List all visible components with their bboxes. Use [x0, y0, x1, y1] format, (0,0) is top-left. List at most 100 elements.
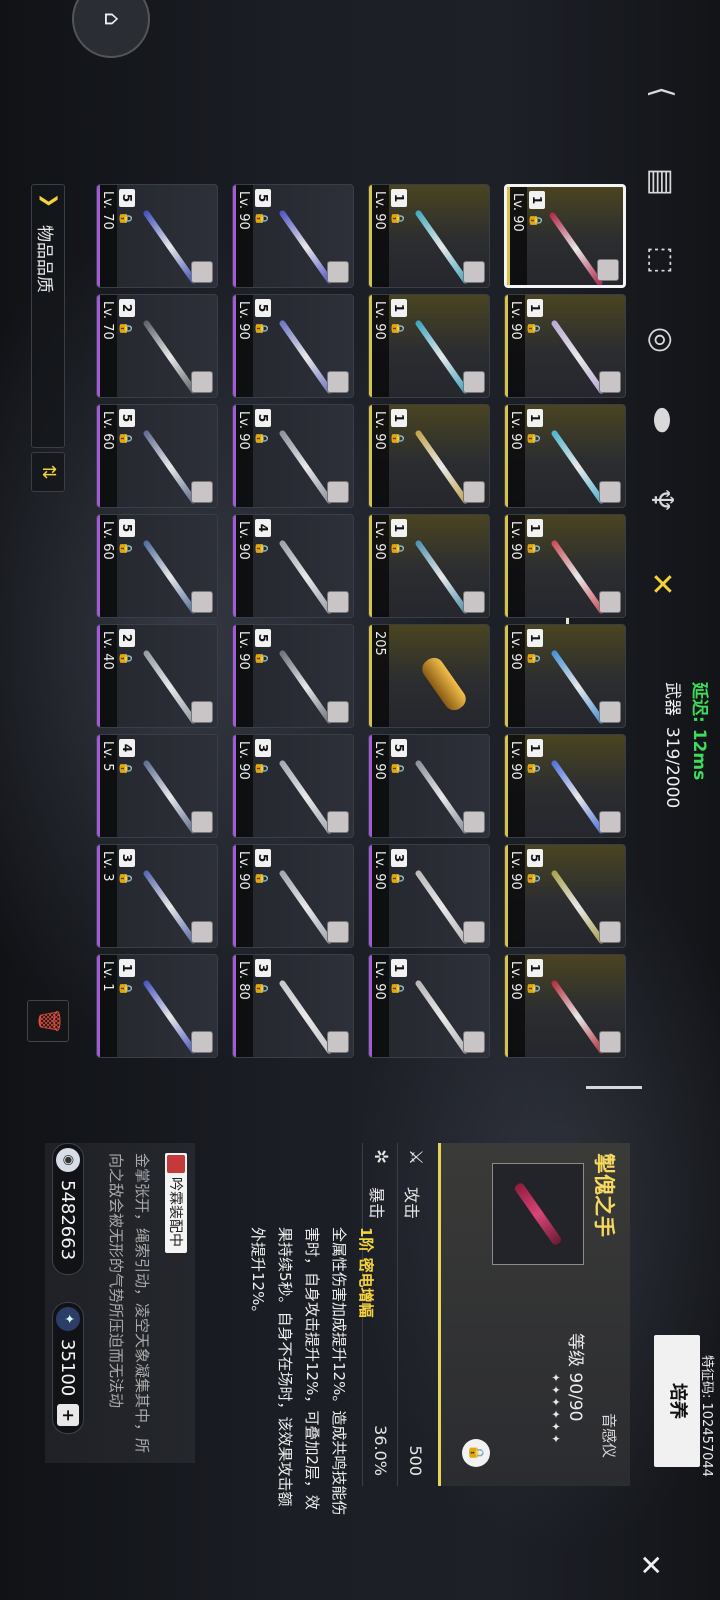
weapon-card[interactable]: 3 🔒 Lv. 80 — [232, 954, 354, 1058]
lock-icon: 🔒 — [391, 541, 405, 556]
menu-badge-icon[interactable]: ⌂ — [72, 0, 150, 58]
weapon-card[interactable]: 5 🔒 Lv. 90 — [232, 624, 354, 728]
rank-badge: 5 — [119, 409, 135, 427]
weapon-card[interactable]: 1 🔒 Lv. 90 — [368, 184, 490, 288]
weapon-card[interactable]: 4 🔒 Lv. 5 — [96, 734, 218, 838]
upgrade-button[interactable]: 培养 — [654, 1335, 700, 1467]
rank-badge: 1 — [391, 519, 407, 537]
weapon-card[interactable]: 5 🔒 Lv. 60 — [96, 404, 218, 508]
weapon-card[interactable]: 1 🔒 Lv. 90 — [504, 624, 626, 728]
weapon-card[interactable]: 5 🔒 Lv. 90 — [232, 844, 354, 948]
owner-avatar — [463, 261, 485, 283]
weapon-card[interactable]: 5 🔒 Lv. 60 — [96, 514, 218, 618]
weapon-card[interactable]: 5 🔒 Lv. 70 — [96, 184, 218, 288]
weapon-card[interactable]: 5 🔒 Lv. 90 — [504, 844, 626, 948]
weapon-card[interactable]: 2 🔒 Lv. 40 — [96, 624, 218, 728]
weapon-level-label: Lv. 90 — [369, 735, 389, 837]
weapon-card[interactable]: 1 🔒 Lv. 90 — [368, 954, 490, 1058]
owner-avatar — [599, 1031, 621, 1053]
sort-order-button[interactable]: ⇅ — [31, 452, 65, 492]
tab-back-icon[interactable]: ⟨ — [634, 60, 690, 124]
weapon-card[interactable]: 5 🔒 Lv. 90 — [368, 734, 490, 838]
rank-badge: 5 — [119, 189, 135, 207]
weapon-level-label: Lv. 90 — [233, 185, 253, 287]
add-currency-button[interactable]: + — [57, 1404, 79, 1427]
rank-badge: 5 — [255, 629, 271, 647]
weapon-level-label: Lv. 90 — [369, 955, 389, 1057]
weapon-level-label: Lv. 90 — [505, 405, 525, 507]
lock-icon: 🔒 — [255, 541, 269, 556]
weapon-level-label: Lv. 90 — [369, 515, 389, 617]
weapon-level-label: Lv. 90 — [505, 735, 525, 837]
owner-avatar — [191, 591, 213, 613]
weapon-card[interactable]: 1 🔒 Lv. 90 — [504, 294, 626, 398]
lock-icon: 🔒 — [119, 211, 133, 226]
weapon-card[interactable]: 1 🔒 Lv. 90 — [368, 404, 490, 508]
owner-avatar — [327, 371, 349, 393]
weapon-level-label: Lv. 90 — [369, 845, 389, 947]
weapon-card[interactable]: 4 🔒 Lv. 90 — [232, 514, 354, 618]
tab-mask-icon[interactable]: ♆ — [634, 468, 690, 532]
weapon-level-label: Lv. 90 — [369, 405, 389, 507]
tab-list-icon[interactable]: ▤ — [634, 150, 690, 214]
quality-filter-dropdown[interactable]: ❯ 物品品质 — [31, 184, 65, 448]
player-uid: 特征码: 102457044 — [699, 1355, 714, 1477]
rank-badge: 3 — [391, 849, 407, 867]
weapon-card[interactable]: 1 🔒 Lv. 90 — [504, 734, 626, 838]
weapon-card[interactable]: 1 🔒 Lv. 90 — [368, 514, 490, 618]
equipped-badge: 吟霖装配中 — [165, 1153, 187, 1253]
weapon-card[interactable]: 3 🔒 Lv. 90 — [368, 844, 490, 948]
passive-skill: 1阶 密电增幅 全属性伤害加成提升12%。造成共鸣技能伤害时，自身攻击提升12%… — [244, 1227, 377, 1517]
rank-badge: 5 — [255, 299, 271, 317]
stat-name: 暴击 — [367, 1187, 386, 1220]
owner-avatar — [599, 371, 621, 393]
weapon-level-label: Lv. 3 — [97, 845, 117, 947]
weapon-card[interactable]: 1 🔒 Lv. 90 — [368, 294, 490, 398]
close-icon[interactable]: ✕ — [630, 1545, 670, 1585]
rank-badge: 3 — [255, 739, 271, 757]
tab-weapon-icon[interactable]: ✕ — [634, 552, 690, 616]
owner-avatar — [191, 371, 213, 393]
lock-icon: 🔒 — [119, 651, 133, 666]
weapon-card[interactable]: 3 🔒 Lv. 3 — [96, 844, 218, 948]
weapon-card[interactable]: 5 🔒 Lv. 90 — [232, 404, 354, 508]
lock-icon: 🔒 — [527, 761, 541, 776]
weapon-level-label: Lv. 90 — [507, 187, 527, 285]
rank-badge: 1 — [527, 629, 543, 647]
lock-icon: 🔒 — [527, 431, 541, 446]
weapon-art — [550, 759, 606, 835]
tab-box-icon[interactable]: ⬚ — [634, 228, 690, 292]
weapon-card[interactable]: 205 — [368, 624, 490, 728]
weapon-card[interactable]: 1 🔒 Lv. 90 — [504, 954, 626, 1058]
weapon-art — [142, 869, 198, 945]
owner-avatar — [191, 261, 213, 283]
weapon-card[interactable]: 1 🔒 Lv. 90 — [504, 184, 626, 288]
astrite-value: 35100 — [57, 1339, 79, 1397]
weapon-card[interactable]: 2 🔒 Lv. 70 — [96, 294, 218, 398]
weapon-card[interactable]: 3 🔒 Lv. 90 — [232, 734, 354, 838]
weapon-card[interactable]: 1 🔒 Lv. 90 — [504, 514, 626, 618]
weapon-art — [414, 869, 470, 945]
weapon-card[interactable]: 5 🔒 Lv. 90 — [232, 294, 354, 398]
rank-badge: 1 — [391, 409, 407, 427]
lock-icon: 🔒 — [527, 981, 541, 996]
weapon-level-label: Lv. 90 — [233, 515, 253, 617]
weapon-name: 掣傀之手 — [592, 1153, 616, 1237]
weapon-level-label: Lv. 70 — [97, 295, 117, 397]
weapon-card[interactable]: 1 🔒 Lv. 1 — [96, 954, 218, 1058]
avatar — [167, 1155, 185, 1173]
weapon-card[interactable]: 5 🔒 Lv. 90 — [232, 184, 354, 288]
rank-badge: 2 — [119, 299, 135, 317]
weapon-level-label: Lv. 90 — [233, 625, 253, 727]
tab-echo-icon[interactable]: ◎ — [634, 308, 690, 372]
tab-capsule-icon[interactable]: ⬬ — [634, 388, 690, 452]
lock-icon: 🔒 — [255, 871, 269, 886]
owner-avatar — [599, 591, 621, 613]
weapon-art — [142, 209, 198, 285]
lock-icon: 🔒 — [391, 761, 405, 776]
discard-button[interactable]: 🗑 — [27, 1000, 69, 1042]
weapon-card[interactable]: 1 🔒 Lv. 90 — [504, 404, 626, 508]
lock-icon[interactable]: 🔒 — [462, 1439, 490, 1467]
weapon-level-label: Lv. 80 — [233, 955, 253, 1057]
weapon-art — [550, 869, 606, 945]
